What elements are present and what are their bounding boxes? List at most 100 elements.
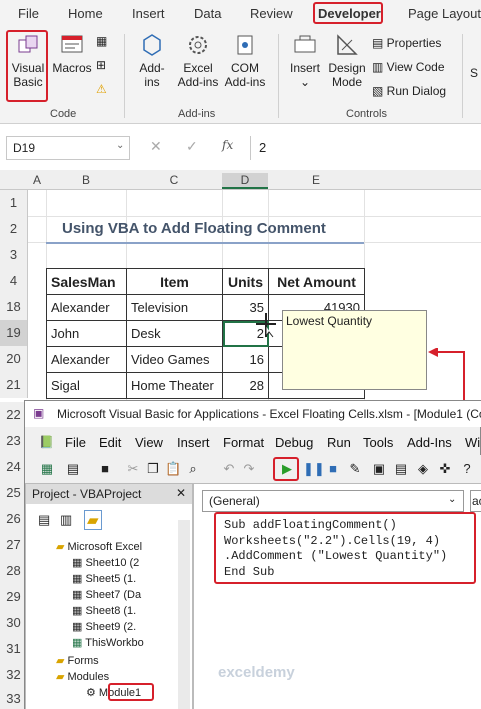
- menu-edit[interactable]: Edit: [99, 435, 121, 450]
- cell-salesman[interactable]: John: [46, 320, 127, 347]
- tree-sheet5[interactable]: ▦ Sheet5 (1.: [72, 572, 136, 585]
- enter-icon[interactable]: ✓: [186, 138, 198, 155]
- design-mode-icon[interactable]: ✎: [347, 461, 363, 477]
- break-icon[interactable]: ❚❚: [303, 461, 325, 477]
- menu-addins[interactable]: Add-Ins: [407, 435, 452, 450]
- header-net-amount[interactable]: Net Amount: [268, 268, 365, 295]
- paste-icon[interactable]: 📋: [165, 461, 181, 477]
- row-20[interactable]: 20: [0, 346, 28, 372]
- formula-input[interactable]: 2: [250, 136, 481, 160]
- source-button-partial[interactable]: S: [470, 66, 478, 80]
- fx-icon[interactable]: fx: [222, 138, 233, 152]
- tab-data[interactable]: Data: [194, 6, 221, 21]
- view-code-button[interactable]: ▥ View Code: [372, 60, 445, 74]
- relative-ref-icon[interactable]: ⊞: [96, 58, 106, 72]
- visual-basic-highlight: [6, 30, 48, 102]
- row-19[interactable]: 19: [0, 320, 28, 346]
- project-explorer-icon[interactable]: ▣: [371, 461, 387, 477]
- menu-window[interactable]: Wir: [465, 435, 481, 450]
- tree-sheet10[interactable]: ▦ Sheet10 (2: [72, 556, 139, 569]
- code-editor[interactable]: Sub addFloatingComment() Worksheets("2.2…: [214, 512, 476, 584]
- cut-icon[interactable]: ✂: [125, 461, 141, 477]
- view-object-icon[interactable]: ▥: [60, 512, 72, 528]
- header-units[interactable]: Units: [222, 268, 269, 295]
- row-21[interactable]: 21: [0, 372, 28, 398]
- menu-run[interactable]: Run: [327, 435, 351, 450]
- cell-item[interactable]: Television: [126, 294, 223, 321]
- col-c[interactable]: C: [126, 173, 222, 187]
- row-1[interactable]: 1: [0, 190, 28, 216]
- record-macro-icon[interactable]: ▦: [96, 34, 107, 48]
- procedure-dropdown[interactable]: ac: [470, 490, 481, 512]
- menu-file[interactable]: File: [65, 435, 86, 450]
- tree-sheet9[interactable]: ▦ Sheet9 (2.: [72, 620, 136, 633]
- menu-insert[interactable]: Insert: [177, 435, 210, 450]
- row-3[interactable]: 3: [0, 242, 28, 268]
- cell-salesman[interactable]: Alexander: [46, 294, 127, 321]
- cell-units[interactable]: 16: [222, 346, 269, 373]
- name-box[interactable]: D19: [6, 136, 130, 160]
- warning-icon[interactable]: ⚠: [96, 82, 107, 96]
- row-2[interactable]: 2: [0, 216, 28, 242]
- properties-window-icon[interactable]: ▤: [393, 461, 409, 477]
- cell-item[interactable]: Home Theater: [126, 372, 223, 399]
- tree-thisworkbook[interactable]: ▦ ThisWorkbo: [72, 636, 144, 649]
- cell-salesman[interactable]: Alexander: [46, 346, 127, 373]
- view-code-icon[interactable]: ▤: [38, 512, 50, 528]
- addins-button[interactable]: Add- ins: [132, 32, 172, 89]
- menu-debug[interactable]: Debug: [275, 435, 313, 450]
- tree-modules[interactable]: ▰ Modules: [56, 670, 109, 683]
- toolbox-icon[interactable]: ✜: [437, 461, 453, 477]
- macros-button[interactable]: Macros: [52, 32, 92, 75]
- design-mode-button[interactable]: Design Mode: [326, 32, 368, 89]
- col-e[interactable]: E: [268, 173, 364, 187]
- insert-control-button[interactable]: Insert ⌄: [286, 32, 324, 89]
- close-icon[interactable]: ✕: [176, 486, 186, 500]
- menu-tools[interactable]: Tools: [363, 435, 393, 450]
- excel-addins-button[interactable]: Excel Add-ins: [176, 32, 220, 89]
- copy-icon[interactable]: ❐: [145, 461, 161, 477]
- help-icon[interactable]: ?: [459, 461, 475, 477]
- find-icon[interactable]: ⌕: [185, 461, 201, 477]
- com-addins-button[interactable]: COM Add-ins: [222, 32, 268, 89]
- menu-format[interactable]: Format: [223, 435, 264, 450]
- tree-sheet7[interactable]: ▦ Sheet7 (Da: [72, 588, 141, 601]
- object-dropdown[interactable]: (General): [202, 490, 464, 512]
- tab-home[interactable]: Home: [68, 6, 103, 21]
- save-icon[interactable]: ■: [97, 461, 113, 477]
- col-a[interactable]: A: [28, 173, 46, 187]
- cell-salesman[interactable]: Sigal: [46, 372, 127, 399]
- cell-item[interactable]: Video Games: [126, 346, 223, 373]
- tree-excel-objects[interactable]: ▰ Microsoft Excel: [56, 540, 142, 553]
- chevron-down-icon[interactable]: ⌄: [448, 494, 456, 505]
- cell-units[interactable]: 28: [222, 372, 269, 399]
- view-excel-icon[interactable]: ▦: [39, 461, 55, 477]
- tab-insert[interactable]: Insert: [132, 6, 165, 21]
- toggle-folders-icon[interactable]: ▰: [84, 510, 102, 530]
- col-b[interactable]: B: [46, 173, 126, 187]
- reset-icon[interactable]: ■: [325, 461, 341, 477]
- tab-review[interactable]: Review: [250, 6, 293, 21]
- header-salesman[interactable]: SalesMan: [46, 268, 127, 295]
- run-dialog-button[interactable]: ▧ Run Dialog: [372, 84, 446, 98]
- tab-file[interactable]: File: [18, 6, 39, 21]
- tree-forms[interactable]: ▰ Forms: [56, 654, 99, 667]
- insert-module-icon[interactable]: ▤: [65, 461, 81, 477]
- tree-sheet8[interactable]: ▦ Sheet8 (1.: [72, 604, 136, 617]
- redo-icon[interactable]: ↷: [241, 461, 257, 477]
- cancel-icon[interactable]: ✕: [150, 138, 162, 155]
- header-item[interactable]: Item: [126, 268, 223, 295]
- chevron-down-icon[interactable]: ⌄: [116, 140, 124, 151]
- undo-icon[interactable]: ↶: [221, 461, 237, 477]
- row-4[interactable]: 4: [0, 268, 28, 294]
- menu-view[interactable]: View: [135, 435, 163, 450]
- object-browser-icon[interactable]: ◈: [415, 461, 431, 477]
- row-18[interactable]: 18: [0, 294, 28, 320]
- vbe-excel-icon[interactable]: 📗: [39, 435, 54, 449]
- vbe-menu-bar: 📗 File Edit View Insert Format Debug Run…: [25, 431, 481, 453]
- cell-item[interactable]: Desk: [126, 320, 223, 347]
- properties-button[interactable]: ▤ Properties: [372, 36, 441, 50]
- col-d[interactable]: D: [222, 173, 268, 189]
- tab-page-layout[interactable]: Page Layout: [408, 6, 481, 21]
- tree-scrollbar[interactable]: [178, 520, 190, 709]
